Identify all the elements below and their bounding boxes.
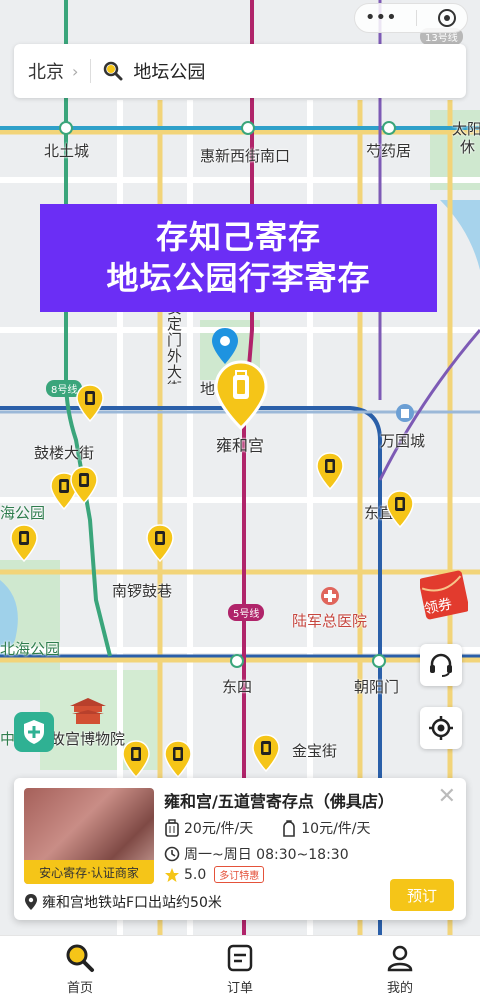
- rating-row: 5.0 多订特惠: [164, 866, 265, 883]
- price-small-bag: 10元/件/天: [301, 821, 371, 837]
- tab-label: 首页: [66, 981, 93, 996]
- map-marker-icon: [25, 894, 37, 910]
- tab-mine[interactable]: 我的: [320, 936, 480, 1003]
- map-label: 鼓楼大街: [34, 444, 95, 462]
- storage-title: 雍和宫/五道营寄存点（佛具店）: [164, 792, 394, 811]
- map-label: 安定门外大街: [165, 300, 183, 384]
- search-icon: [104, 61, 123, 81]
- customer-service-button[interactable]: [420, 644, 462, 686]
- locate-target-icon: [429, 716, 453, 740]
- map-label: 雍和宫: [216, 436, 265, 455]
- certified-badge: 安心寄存·认证商家: [24, 860, 154, 884]
- storage-pin-icon[interactable]: [10, 524, 38, 562]
- building-icon: [396, 404, 414, 422]
- storage-pin-icon[interactable]: [164, 740, 192, 778]
- line5-badge: 5号线: [228, 604, 265, 621]
- storage-pin-icon[interactable]: [122, 740, 150, 778]
- location-pin-icon: [212, 328, 238, 364]
- map-label: 陆军总医院: [292, 612, 368, 630]
- map-label: 万国城: [380, 432, 426, 450]
- map-label: 故宫博物院: [50, 730, 126, 748]
- star-icon: [165, 867, 179, 882]
- clock-icon: [164, 846, 180, 862]
- mini-program-capsule: •••: [354, 3, 468, 33]
- divider: [90, 59, 92, 83]
- hours-row: 周一~周日 08:30~18:30: [164, 844, 349, 864]
- map-view[interactable]: 北土城 惠新西街南口 芍药居 太阳 休 安定门外大街 地 雍和宫 万国城 鼓楼大…: [0, 0, 480, 935]
- map-label: 朝阳门: [354, 678, 400, 696]
- user-icon: [387, 945, 413, 972]
- storage-pin-icon[interactable]: [386, 490, 414, 528]
- map-label: 惠新西街南口: [200, 147, 291, 165]
- close-circle-icon[interactable]: [437, 8, 457, 28]
- backpack-icon: [283, 820, 296, 837]
- storage-photo: 安心寄存·认证商家: [24, 788, 154, 884]
- storage-point-card[interactable]: 安心寄存·认证商家 雍和宫/五道营寄存点（佛具店） ✕ 20元/件/天 10元/…: [14, 778, 466, 920]
- storage-pin-large-icon[interactable]: [214, 360, 268, 430]
- station-marker: [372, 654, 386, 668]
- search-input[interactable]: 地坛公园: [133, 58, 205, 84]
- more-dots-icon[interactable]: •••: [365, 9, 397, 27]
- close-icon[interactable]: ✕: [438, 784, 456, 809]
- address-text: 雍和宫地铁站F口出站约50米: [42, 895, 222, 911]
- order-icon: [227, 944, 253, 972]
- station-marker: [241, 121, 255, 135]
- bottom-tab-bar: 首页 订单 我的: [0, 935, 480, 1003]
- station-marker: [230, 654, 244, 668]
- map-label: 金宝街: [292, 742, 338, 760]
- map-label: 北海公园: [0, 640, 61, 658]
- suitcase-icon: [165, 819, 179, 837]
- map-label: 地: [200, 380, 216, 398]
- price-large-bag: 20元/件/天: [184, 821, 254, 837]
- map-label: 休: [460, 138, 476, 156]
- tab-label: 订单: [226, 981, 253, 996]
- banner-line1: 存知己寄存: [155, 218, 321, 256]
- palace-icon: [70, 698, 106, 724]
- price-row: 20元/件/天 10元/件/天: [164, 818, 371, 838]
- city-selector[interactable]: 北京: [28, 58, 64, 84]
- search-bar[interactable]: 北京 › 地坛公园: [14, 44, 466, 98]
- headset-icon: [430, 653, 452, 677]
- promo-banner: 存知己寄存 地坛公园行李寄存: [40, 204, 437, 312]
- station-marker: [59, 121, 73, 135]
- book-button[interactable]: 预订: [390, 879, 454, 911]
- shield-plus-button[interactable]: [14, 712, 54, 752]
- chevron-right-icon: ›: [72, 61, 79, 81]
- tab-label: 我的: [386, 981, 413, 996]
- map-label: 芍药居: [366, 142, 412, 160]
- storage-pin-icon[interactable]: [252, 734, 280, 772]
- address-row: 雍和宫地铁站F口出站约50米: [24, 892, 222, 912]
- deal-tag: 多订特惠: [214, 866, 265, 883]
- map-label: 东四: [222, 678, 253, 696]
- tab-home[interactable]: 首页: [0, 936, 160, 1003]
- map-label: 北土城: [44, 142, 90, 160]
- station-marker: [382, 121, 396, 135]
- map-label: 南锣鼓巷: [112, 582, 173, 600]
- map-label: 海公园: [0, 504, 46, 522]
- tab-orders[interactable]: 订单: [160, 936, 320, 1003]
- rating-value: 5.0: [184, 866, 207, 883]
- shield-plus-icon: [24, 720, 44, 744]
- locate-button[interactable]: [420, 707, 462, 749]
- storage-pin-icon[interactable]: [70, 466, 98, 504]
- storage-pin-icon[interactable]: [316, 452, 344, 490]
- banner-line2: 地坛公园行李寄存: [106, 259, 371, 297]
- search-icon: [66, 944, 94, 972]
- storage-pin-icon[interactable]: [146, 524, 174, 562]
- hospital-icon: [321, 587, 339, 605]
- opening-hours: 周一~周日 08:30~18:30: [184, 847, 349, 863]
- storage-pin-icon[interactable]: [76, 384, 104, 422]
